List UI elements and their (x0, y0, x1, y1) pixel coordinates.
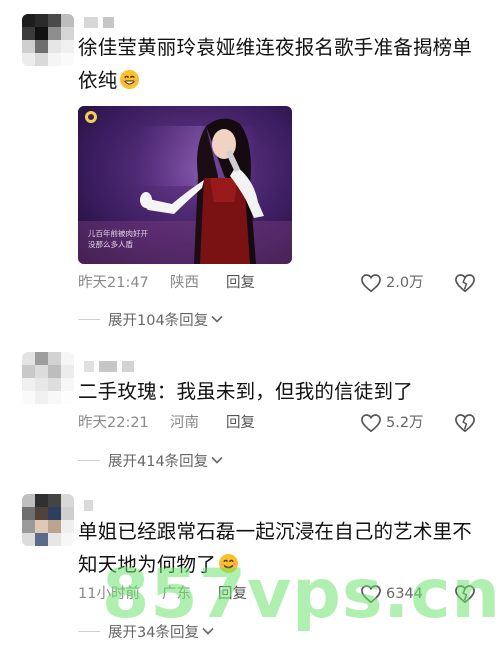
divider (78, 459, 100, 461)
expand-replies-button[interactable]: 展开414条回复 (78, 450, 223, 470)
divider (78, 318, 100, 320)
broken-heart-icon[interactable] (454, 273, 476, 293)
chevron-down-icon (211, 315, 223, 323)
heart-outline-icon (361, 274, 381, 293)
region-label: 陕西 (170, 275, 199, 291)
avatar[interactable] (22, 494, 74, 546)
expand-replies-button[interactable]: 展开104条回复 (78, 309, 223, 329)
heart-outline-icon (361, 414, 381, 433)
like-count: 5.2万 (386, 415, 424, 431)
username-blurred[interactable] (84, 17, 114, 28)
timestamp: 11小时前 (78, 586, 140, 602)
comment-meta: 11小时前 广东 回复 6344 (78, 583, 483, 605)
broken-heart-icon[interactable] (454, 413, 476, 433)
comment-text: 单姐已经跟常石磊一起沉浸在自己的艺术里不知天地为何物了 (78, 520, 473, 576)
emoji-smile-icon (218, 553, 238, 574)
avatar[interactable] (22, 352, 74, 404)
username-blurred[interactable] (84, 500, 93, 511)
timestamp: 昨天22:21 (78, 415, 149, 431)
timestamp: 昨天21:47 (78, 275, 149, 291)
chevron-down-icon (202, 627, 214, 635)
image-subtitle: 儿百年前被肉好开 没那么多人盾 (88, 229, 148, 249)
comment-text: 二手玫瑰：我虽未到，但我的信徒到了 (78, 380, 413, 403)
like-count: 2.0万 (386, 275, 424, 291)
expand-replies-button[interactable]: 展开34条回复 (78, 621, 214, 641)
heart-outline-icon (361, 585, 381, 604)
reply-button[interactable]: 回复 (226, 272, 255, 294)
emoji-smile-icon (120, 69, 140, 90)
comment-feed: 徐佳莹黄丽玲袁娅维连夜报名歌手准备揭榜单依纯 儿百年前被肉好开 没那么多人盾 昨… (0, 0, 500, 650)
like-button[interactable]: 6344 (360, 583, 423, 605)
comment-text: 徐佳莹黄丽玲袁娅维连夜报名歌手准备揭榜单依纯 (78, 36, 473, 92)
region-label: 广东 (162, 586, 191, 602)
reply-button[interactable]: 回复 (226, 412, 255, 434)
like-count: 6344 (386, 586, 423, 602)
comment-image[interactable]: 儿百年前被肉好开 没那么多人盾 (78, 106, 292, 264)
username-blurred[interactable] (84, 361, 134, 372)
comment-meta: 昨天22:21 河南 回复 5.2万 (78, 412, 483, 434)
broken-heart-icon[interactable] (454, 584, 476, 604)
like-button[interactable]: 2.0万 (360, 272, 424, 294)
comment-meta: 昨天21:47 陕西 回复 2.0万 (78, 272, 483, 294)
region-label: 河南 (170, 415, 199, 431)
divider (78, 630, 100, 632)
like-button[interactable]: 5.2万 (360, 412, 424, 434)
reply-button[interactable]: 回复 (218, 583, 247, 605)
avatar[interactable] (22, 14, 74, 66)
chevron-down-icon (211, 456, 223, 464)
